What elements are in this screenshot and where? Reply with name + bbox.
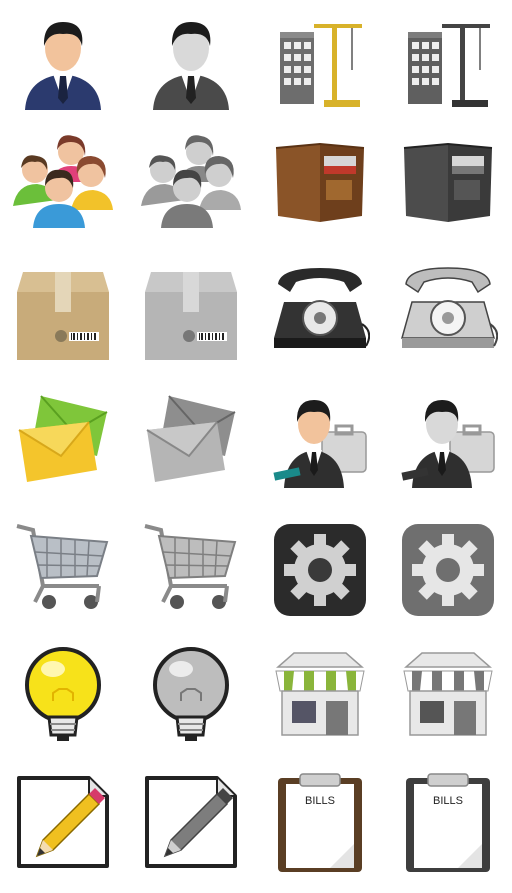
- envelopes-icon: [13, 390, 113, 490]
- cardboard-box-icon: [141, 262, 241, 362]
- light-bulb-icon: [13, 645, 113, 745]
- settings-gear-icon: [270, 520, 370, 620]
- wallet-icon: [398, 130, 498, 230]
- construction-crane-building-icon: [270, 12, 370, 112]
- edit-document-pencil-icon: [141, 772, 241, 872]
- cardboard-box-icon: [13, 262, 113, 362]
- clipboard-bills-label: BILLS: [305, 795, 335, 807]
- envelopes-icon: [141, 390, 241, 490]
- business-man-icon: [13, 12, 113, 112]
- clipboard-bills-icon: BILLS: [270, 772, 370, 872]
- user-group-icon: [13, 130, 113, 230]
- shopping-cart-icon: [13, 520, 113, 620]
- construction-crane-building-icon: [398, 12, 498, 112]
- businessman-briefcase-icon: [270, 390, 370, 490]
- edit-document-pencil-icon: [13, 772, 113, 872]
- user-group-icon: [141, 130, 241, 230]
- wallet-icon: [270, 130, 370, 230]
- icon-grid: BILLS BILLS: [0, 0, 512, 893]
- light-bulb-icon: [141, 645, 241, 745]
- businessman-briefcase-icon: [398, 390, 498, 490]
- business-man-icon: [141, 12, 241, 112]
- settings-gear-icon: [398, 520, 498, 620]
- clipboard-bills-label: BILLS: [433, 795, 463, 807]
- shop-store-icon: [270, 645, 370, 745]
- shopping-cart-icon: [141, 520, 241, 620]
- rotary-telephone-icon: [270, 262, 370, 362]
- shop-store-icon: [398, 645, 498, 745]
- clipboard-bills-icon: BILLS: [398, 772, 498, 872]
- rotary-telephone-icon: [398, 262, 498, 362]
